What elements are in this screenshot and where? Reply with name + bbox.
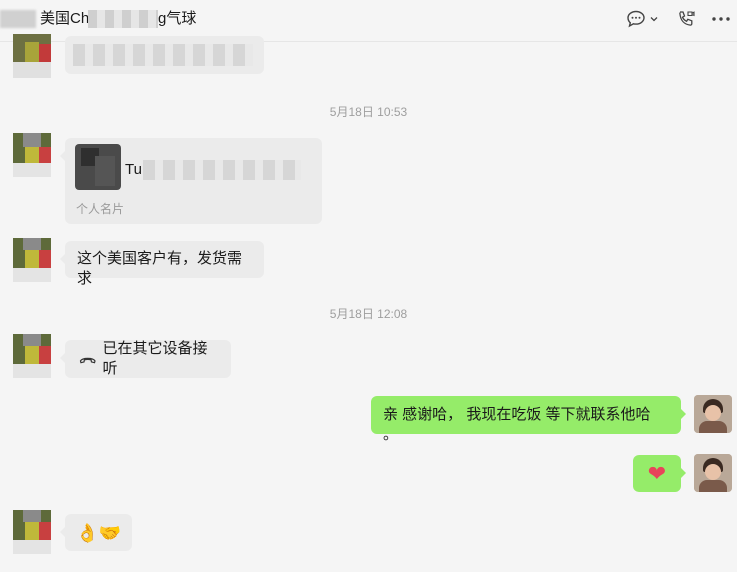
my-text-message-bubble[interactable]: 亲 感谢哈， 我现在吃饭 等下就联系他哈 。 [371, 396, 686, 443]
message-text: 这个美国客户有，发货需求 [77, 250, 243, 287]
call-record-bubble[interactable]: 已在其它设备接听 [60, 340, 231, 378]
card-name: Tu [125, 161, 142, 178]
more-options-button[interactable] [708, 8, 734, 30]
contact-emoji-message[interactable]: 👌🤝 [60, 514, 132, 551]
contact-avatar[interactable] [13, 334, 51, 378]
contact-card-message[interactable]: Tu 个人名片 [60, 138, 322, 224]
chat-title-suffix[interactable]: g气球 [158, 10, 196, 28]
contact-avatar[interactable] [13, 133, 51, 177]
contact-avatar[interactable] [13, 238, 51, 282]
blurred-card-name [143, 160, 301, 180]
my-avatar[interactable] [694, 454, 732, 492]
message-text: 亲 感谢哈， 我现在吃饭 等下就联系他哈 。 [383, 406, 651, 443]
my-emoji-message[interactable]: ❤ [633, 455, 686, 492]
heart-emoji: ❤ [647, 460, 667, 486]
chat-options-button[interactable] [624, 8, 660, 30]
timestamp: 5月18日 10:53 [329, 105, 408, 119]
card-avatar [75, 144, 121, 190]
chevron-down-icon [650, 17, 657, 22]
more-dots-icon [712, 17, 730, 21]
timestamp: 5月18日 12:08 [329, 307, 408, 321]
contact-avatar[interactable] [13, 34, 51, 78]
blurred-name-prefix [0, 10, 36, 28]
my-avatar[interactable] [694, 395, 732, 433]
chat-bubble-icon [626, 10, 645, 28]
blurred-message-bubble[interactable] [65, 36, 264, 74]
contact-avatar[interactable] [13, 510, 51, 554]
phone-video-icon [679, 11, 695, 26]
text-message-bubble[interactable]: 这个美国客户有，发货需求 [60, 241, 264, 287]
call-status-text: 已在其它设备接听 [102, 340, 208, 377]
call-button[interactable] [674, 8, 698, 30]
blurred-title-part [88, 10, 158, 28]
card-type-label: 个人名片 [76, 202, 125, 216]
hangup-phone-icon [79, 357, 96, 364]
ok-handshake-emoji: 👌🤝 [76, 522, 121, 543]
